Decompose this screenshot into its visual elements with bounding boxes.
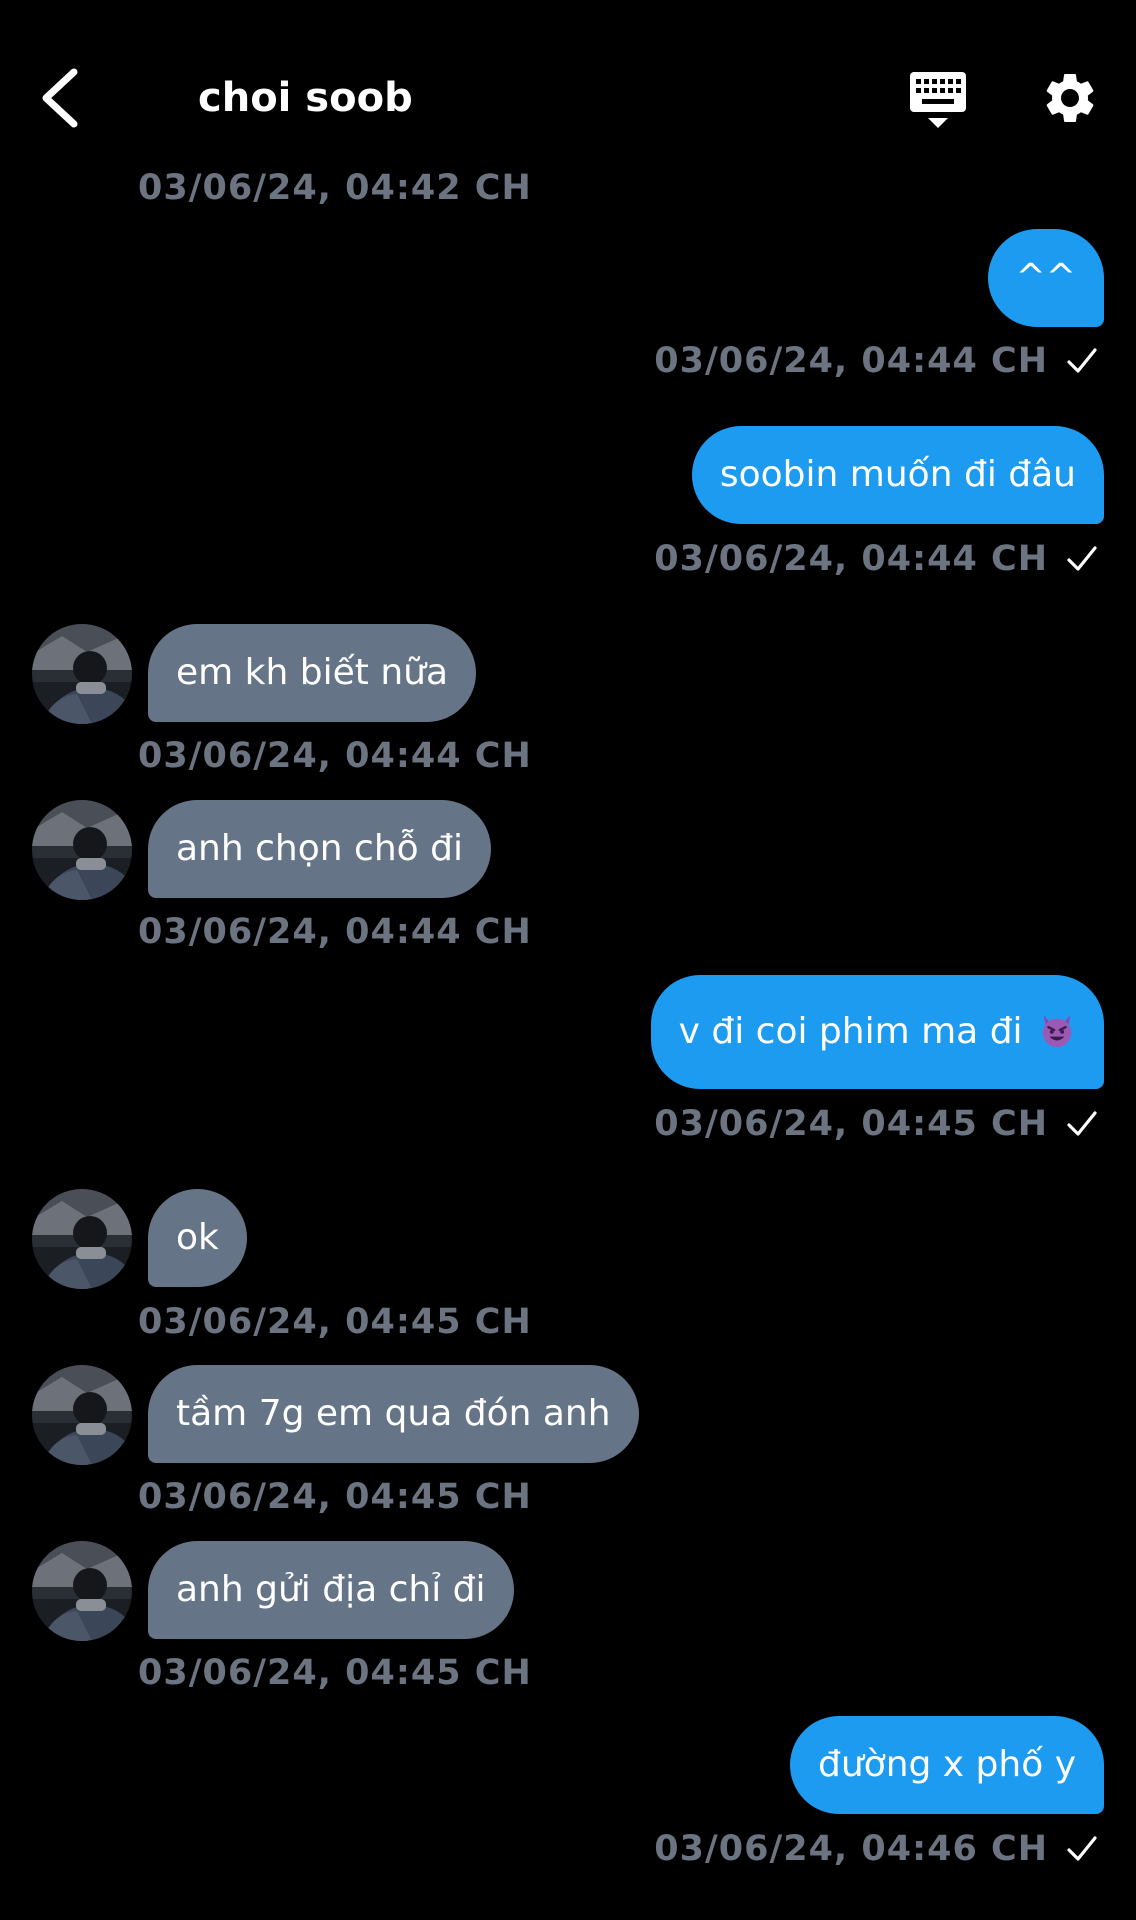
message-timestamp: 03/06/24, 04:46 CH	[654, 1829, 1048, 1869]
message-timestamp: 03/06/24, 04:45 CH	[138, 1302, 532, 1342]
read-check-icon	[1067, 1836, 1097, 1861]
message-timestamp: 03/06/24, 04:45 CH	[654, 1104, 1048, 1144]
incoming-message-bubble[interactable]: tầm 7g em qua đón anh	[148, 1365, 639, 1463]
incoming-message-bubble[interactable]: anh gửi địa chỉ đi	[148, 1541, 514, 1639]
message-timestamp: 03/06/24, 04:44 CH	[654, 539, 1048, 579]
conversation-title[interactable]: choi soob	[198, 72, 413, 124]
contact-avatar[interactable]	[32, 624, 132, 724]
keyboard-icon	[910, 72, 966, 128]
incoming-message-bubble[interactable]: ok	[148, 1189, 247, 1287]
outgoing-message-bubble[interactable]: v đi coi phim ma đi	[650, 975, 1104, 1089]
message-timestamp: 03/06/24, 04:44 CH	[654, 341, 1048, 381]
outgoing-message-bubble[interactable]: đường x phố y	[790, 1716, 1104, 1814]
read-check-icon	[1067, 348, 1097, 373]
message-timestamp: 03/06/24, 04:42 CH	[138, 168, 532, 208]
message-text: v đi coi phim ma đi	[678, 1011, 1023, 1052]
chat-header: choi soob	[0, 0, 1136, 170]
chevron-left-icon	[42, 68, 78, 128]
outgoing-message-bubble[interactable]: soobin muốn đi đâu	[691, 426, 1104, 524]
smiling-devil-emoji	[1042, 1014, 1072, 1048]
avatar-image	[32, 1189, 132, 1289]
message-timestamp: 03/06/24, 04:44 CH	[138, 736, 532, 776]
incoming-message-bubble[interactable]: anh chọn chỗ đi	[148, 800, 491, 898]
contact-avatar[interactable]	[32, 1541, 132, 1641]
keyboard-button[interactable]	[906, 68, 970, 132]
contact-avatar[interactable]	[32, 800, 132, 900]
outgoing-message-bubble[interactable]: ^^	[987, 229, 1104, 327]
back-button[interactable]	[36, 62, 96, 134]
avatar-image	[32, 800, 132, 900]
read-check-icon	[1067, 1111, 1097, 1136]
avatar-image	[32, 624, 132, 724]
avatar-image	[32, 1365, 132, 1465]
read-check-icon	[1067, 546, 1097, 571]
contact-avatar[interactable]	[32, 1365, 132, 1465]
incoming-message-bubble[interactable]: em kh biết nữa	[148, 624, 477, 722]
message-timestamp: 03/06/24, 04:45 CH	[138, 1477, 532, 1517]
contact-avatar[interactable]	[32, 1189, 132, 1289]
avatar-image	[32, 1541, 132, 1641]
message-timestamp: 03/06/24, 04:44 CH	[138, 912, 532, 952]
message-timestamp: 03/06/24, 04:45 CH	[138, 1653, 532, 1693]
gear-icon	[1046, 73, 1094, 122]
settings-button[interactable]	[1040, 68, 1100, 128]
